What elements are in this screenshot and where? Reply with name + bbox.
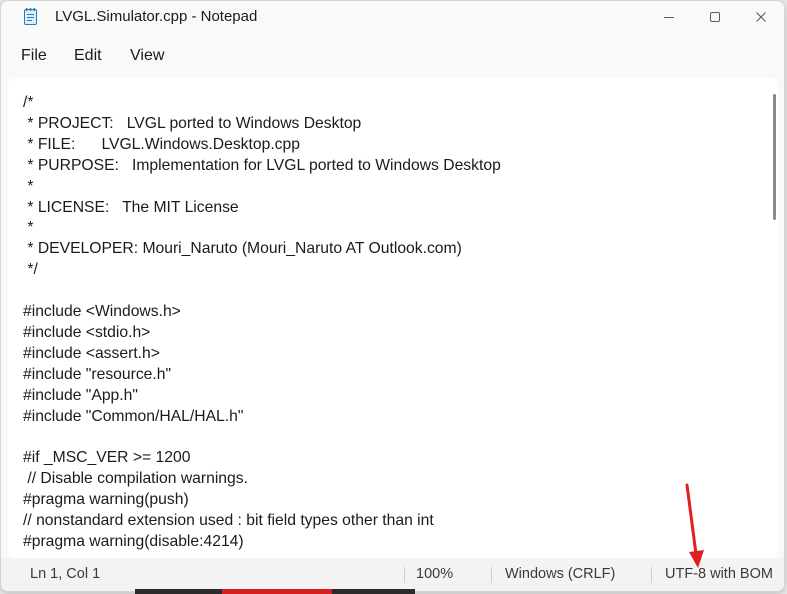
status-divider bbox=[651, 567, 652, 583]
code-line[interactable]: #pragma warning(push) bbox=[23, 490, 501, 511]
close-icon bbox=[756, 12, 766, 22]
notepad-window: LVGL.Simulator.cpp - Notepad File Edit V… bbox=[0, 0, 785, 592]
code-line[interactable]: * PURPOSE: Implementation for LVGL porte… bbox=[23, 156, 500, 177]
code-line[interactable]: * FILE: LVGL.Windows.Desktop.cpp bbox=[23, 135, 501, 156]
code-line[interactable]: // Disable compilation warnings. bbox=[23, 469, 501, 490]
code-line[interactable]: /* bbox=[23, 93, 501, 114]
status-divider bbox=[491, 567, 492, 583]
menu-bar: File Edit View bbox=[1, 35, 784, 98]
code-line[interactable]: #if _MSC_VER >= 1200 bbox=[23, 448, 501, 469]
title-bar: LVGL.Simulator.cpp - Notepad bbox=[1, 1, 784, 35]
text-editor[interactable]: /* * PROJECT: LVGL ported to Windows Des… bbox=[8, 78, 778, 558]
minimize-icon bbox=[664, 17, 674, 18]
menu-view[interactable]: View bbox=[130, 47, 164, 65]
maximize-button[interactable] bbox=[692, 1, 738, 33]
code-line[interactable]: #pragma warning(disable:4214) bbox=[23, 532, 501, 553]
code-line[interactable] bbox=[23, 281, 501, 302]
close-button[interactable] bbox=[738, 1, 784, 33]
code-line[interactable]: #include <assert.h> bbox=[23, 344, 501, 365]
code-line[interactable]: * bbox=[23, 218, 501, 239]
code-line[interactable]: // nonstandard extension used : bit fiel… bbox=[23, 511, 501, 532]
code-line[interactable]: * PROJECT: LVGL ported to Windows Deskto… bbox=[23, 114, 501, 135]
code-line[interactable]: #include <stdio.h> bbox=[23, 323, 501, 344]
status-zoom: 100% bbox=[416, 566, 454, 582]
menu-file[interactable]: File bbox=[21, 47, 47, 65]
status-bar: Ln 1, Col 1 100% Windows (CRLF) UTF-8 wi… bbox=[1, 558, 784, 591]
menu-edit[interactable]: Edit bbox=[74, 47, 102, 65]
vertical-scrollbar-thumb[interactable] bbox=[773, 94, 776, 220]
editor-text[interactable]: /* * PROJECT: LVGL ported to Windows Des… bbox=[23, 93, 501, 553]
code-line[interactable]: */ bbox=[23, 260, 501, 281]
taskbar-fragment-red bbox=[222, 589, 332, 594]
code-line[interactable]: * LICENSE: The MIT License bbox=[23, 198, 501, 219]
code-line[interactable]: * bbox=[23, 177, 501, 198]
code-line[interactable]: #include <Windows.h> bbox=[23, 302, 501, 323]
code-line[interactable] bbox=[23, 428, 501, 449]
code-line[interactable]: * DEVELOPER: Mouri_Naruto (Mouri_Naruto … bbox=[23, 239, 501, 260]
code-line[interactable]: #include "resource.h" bbox=[23, 365, 501, 386]
code-line[interactable]: #include "App.h" bbox=[23, 386, 501, 407]
status-line-ending: Windows (CRLF) bbox=[505, 566, 616, 582]
window-title: LVGL.Simulator.cpp - Notepad bbox=[55, 8, 258, 25]
code-line[interactable]: #include "Common/HAL/HAL.h" bbox=[23, 407, 501, 428]
status-cursor-position: Ln 1, Col 1 bbox=[30, 566, 101, 582]
maximize-icon bbox=[710, 12, 720, 22]
minimize-button[interactable] bbox=[646, 1, 692, 33]
notepad-icon bbox=[24, 8, 37, 25]
status-divider bbox=[404, 567, 405, 583]
status-encoding: UTF-8 with BOM bbox=[665, 566, 773, 582]
